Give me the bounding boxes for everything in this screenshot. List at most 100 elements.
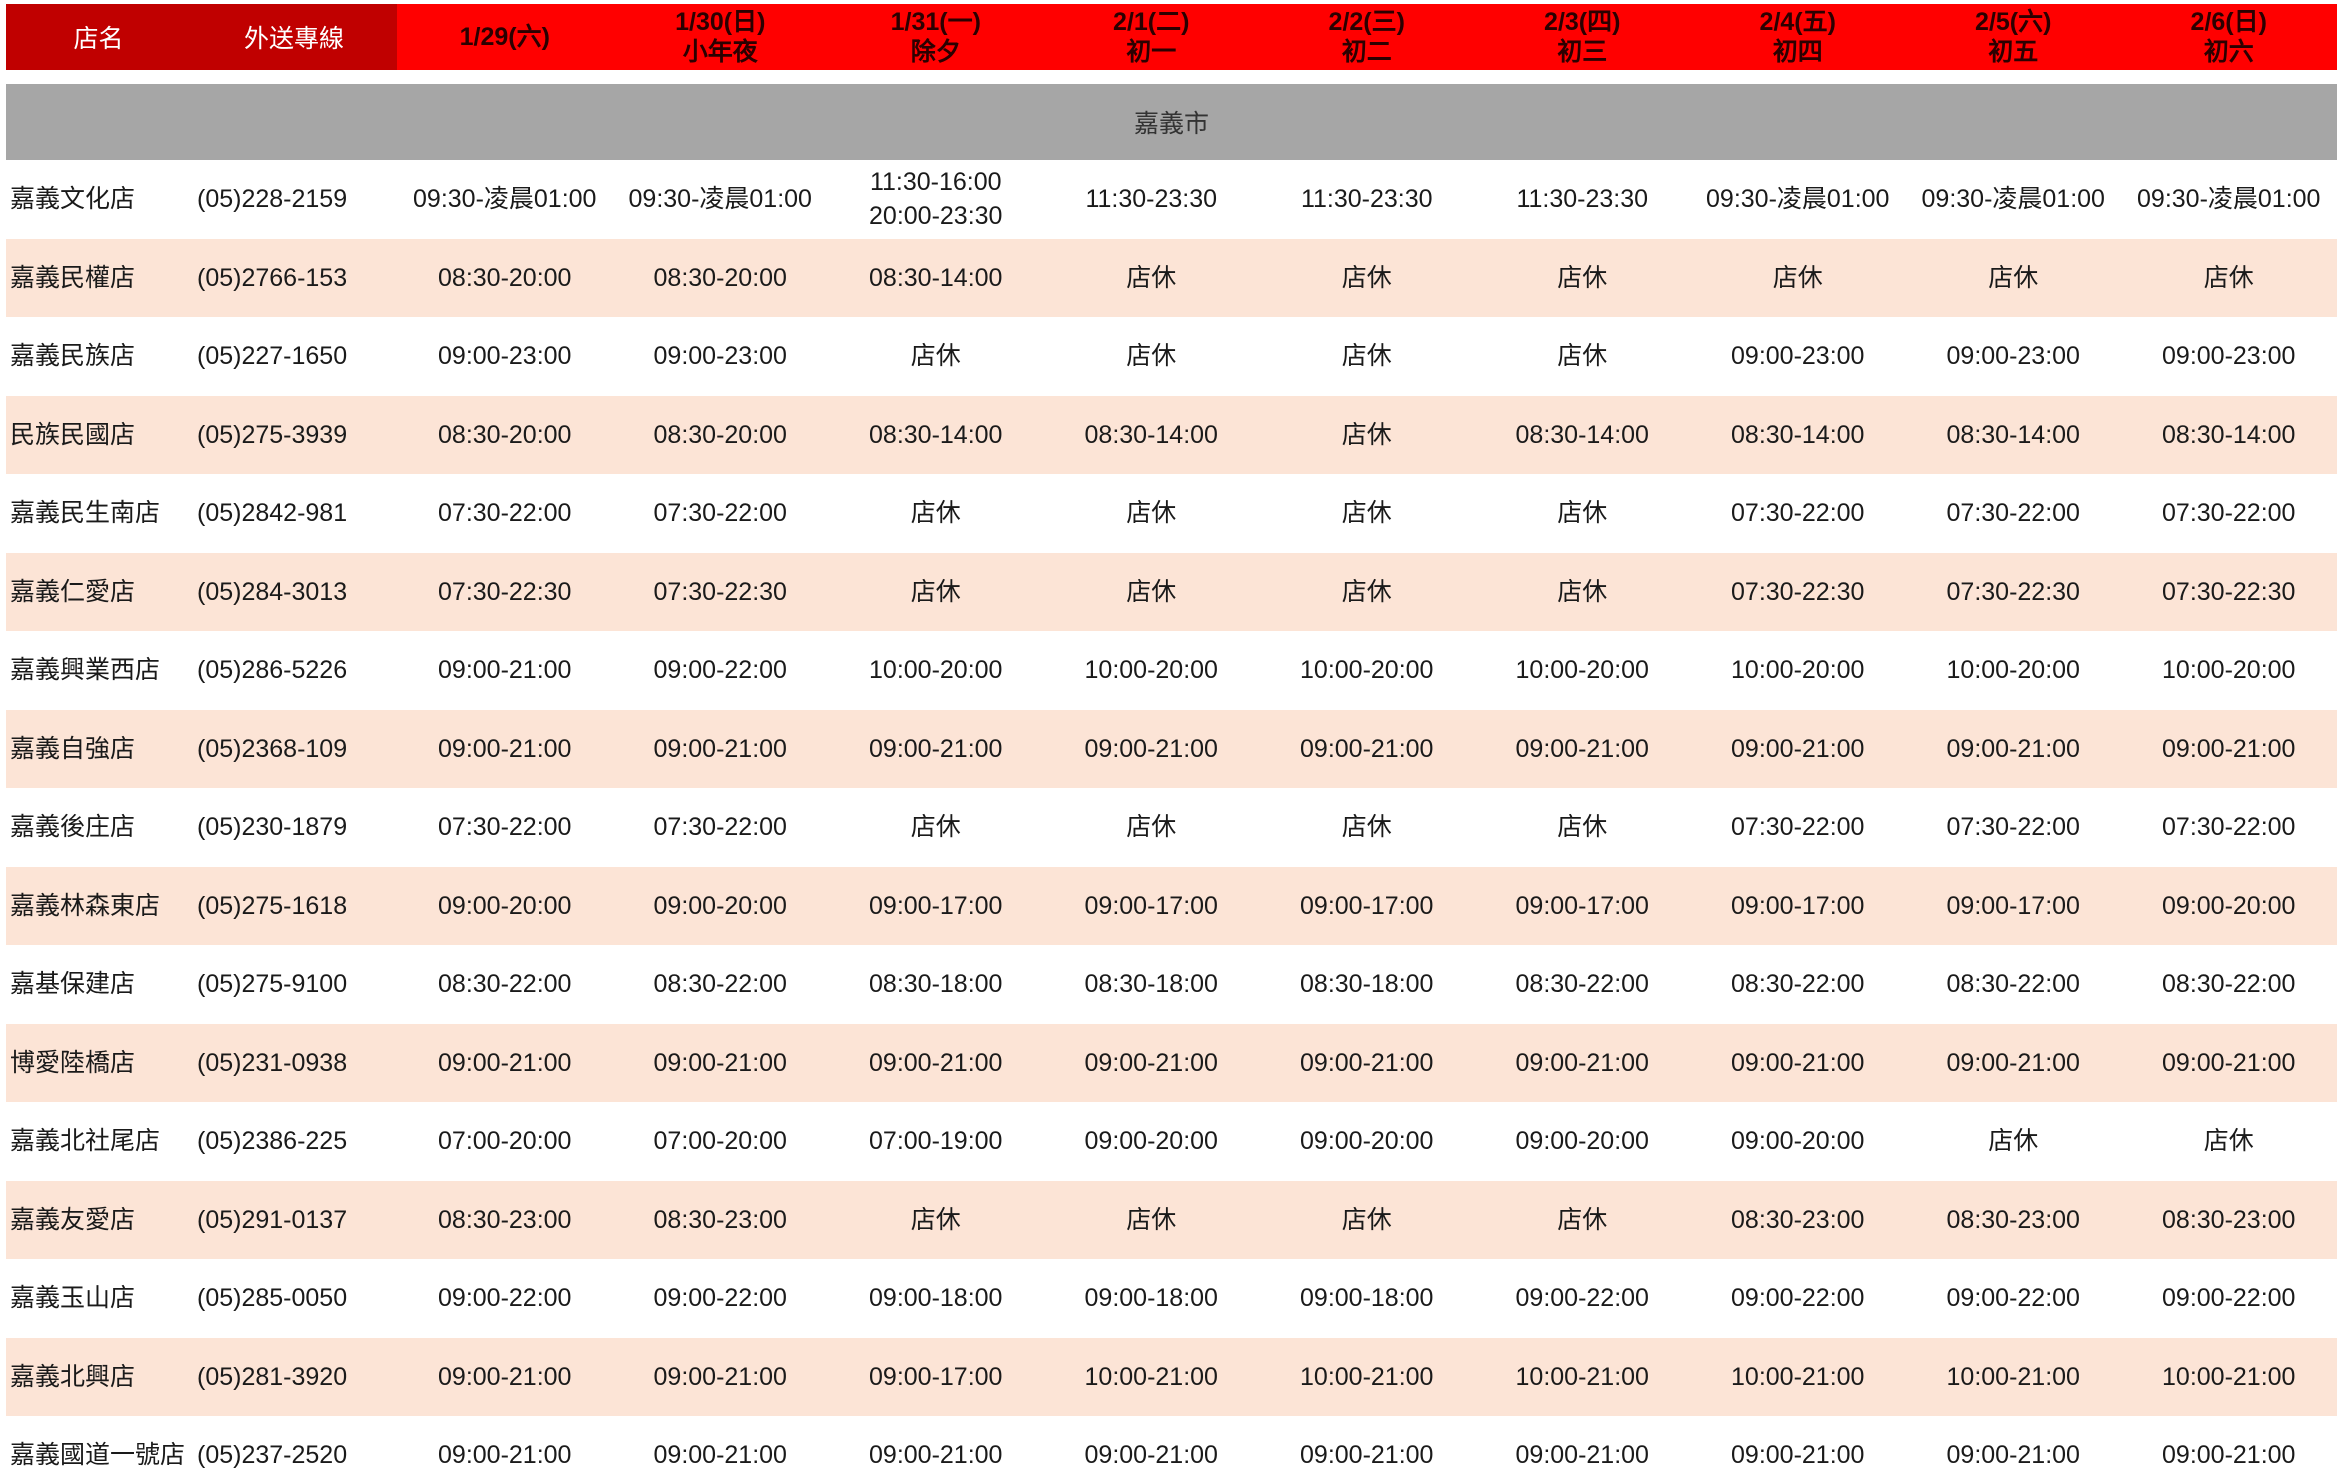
day-header: 2/3(四) 初三	[1475, 4, 1691, 70]
hours-cell: 08:30-18:00	[1084, 970, 1218, 999]
store-phone: (05)281-3920	[197, 1362, 348, 1391]
hours-cell: 店休	[1341, 420, 1392, 449]
store-hours-table-body: 嘉義文化店 (05)228-2159 09:30-凌晨01:00 09:30-凌晨01…	[6, 160, 2337, 1477]
hours-cell: 07:30-22:00	[653, 499, 787, 528]
hours-cell: 09:00-21:00	[1084, 734, 1218, 763]
hours-cell: 11:30-16:00 20:00-23:30	[869, 168, 1003, 231]
store-name: 民族民國店	[10, 420, 136, 449]
table-row: 嘉義友愛店 (05)291-0137 08:30-23:00 08:30-23:00 店…	[6, 1180, 2337, 1259]
hours-cell: 07:30-22:00	[438, 499, 572, 528]
day-note: 小年夜	[682, 38, 758, 66]
hours-cell: 店休	[910, 813, 961, 842]
day-date: 2/2(三)	[1328, 8, 1405, 36]
hours-cell: 店休	[1126, 342, 1177, 371]
hours-cell: 09:00-23:00	[653, 342, 787, 371]
hours-cell: 07:30-22:00	[438, 813, 572, 842]
day-date: 2/1(二)	[1113, 8, 1190, 36]
day-header: 2/4(五) 初四	[1690, 4, 1906, 70]
hours-cell: 店休	[1126, 813, 1177, 842]
store-phone: (05)284-3013	[197, 577, 348, 606]
day-note: 初一	[1126, 38, 1177, 66]
hours-cell: 08:30-20:00	[438, 420, 572, 449]
hours-cell: 09:00-23:00	[1731, 342, 1865, 371]
hours-cell: 09:00-21:00	[653, 1362, 787, 1391]
table-row: 嘉義北社尾店 (05)2386-225 07:00-20:00 07:00-20:00…	[6, 1102, 2337, 1181]
hours-cell: 店休	[1557, 342, 1608, 371]
hours-cell: 09:00-21:00	[2162, 734, 2296, 763]
table-row: 嘉義民族店 (05)227-1650 09:00-23:00 09:00-23:00 店…	[6, 317, 2337, 396]
hours-cell: 店休	[1126, 577, 1177, 606]
hours-cell: 07:30-22:00	[1731, 813, 1865, 842]
store-phone: (05)2766-153	[197, 263, 348, 292]
day-note: 初四	[1772, 38, 1823, 66]
hours-cell: 09:00-21:00	[1946, 1441, 2080, 1469]
hours-cell: 09:00-21:00	[1515, 1441, 1649, 1469]
hours-cell: 09:00-23:00	[2162, 342, 2296, 371]
hours-cell: 10:00-20:00	[1731, 656, 1865, 685]
hours-cell: 09:00-22:00	[653, 656, 787, 685]
store-name: 嘉基保建店	[10, 970, 136, 999]
hours-cell: 09:00-22:00	[438, 1284, 572, 1313]
table-header: 店名 外送專線 1/29(六) 1/30(日) 小年夜 1/31(一) 除夕 2…	[6, 4, 2337, 70]
hours-cell: 09:00-20:00	[1515, 1127, 1649, 1156]
hours-cell: 09:00-21:00	[653, 1048, 787, 1077]
store-phone: (05)227-1650	[197, 342, 348, 371]
hours-cell: 07:30-22:30	[2162, 577, 2296, 606]
hours-cell: 09:00-21:00	[438, 1362, 572, 1391]
hours-cell: 08:30-23:00	[653, 1205, 787, 1234]
hours-cell: 09:00-22:00	[1731, 1284, 1865, 1313]
hours-cell: 09:00-21:00	[1946, 734, 2080, 763]
hours-cell: 店休	[1341, 577, 1392, 606]
hours-cell: 09:00-22:00	[1515, 1284, 1649, 1313]
hours-cell: 08:30-22:00	[2162, 970, 2296, 999]
table-row: 嘉義興業西店 (05)286-5226 09:00-21:00 09:00-22:00…	[6, 631, 2337, 710]
hours-cell: 店休	[2203, 263, 2254, 292]
hours-cell: 店休	[1341, 1205, 1392, 1234]
hours-cell: 09:00-20:00	[653, 891, 787, 920]
section-city-label: 嘉義市	[1133, 110, 1209, 138]
hours-cell: 09:30-凌晨01:00	[413, 185, 597, 214]
hours-cell: 11:30-23:30	[1516, 185, 1649, 214]
day-note: 初三	[1557, 38, 1608, 66]
hours-cell: 店休	[1341, 499, 1392, 528]
hours-cell: 07:30-22:30	[1731, 577, 1865, 606]
store-name: 嘉義文化店	[10, 185, 136, 214]
hours-cell: 09:00-21:00	[1084, 1441, 1218, 1469]
table-row: 嘉義仁愛店 (05)284-3013 07:30-22:30 07:30-22:30 店…	[6, 552, 2337, 631]
hours-cell: 店休	[1988, 1127, 2039, 1156]
table-row: 嘉義民生南店 (05)2842-981 07:30-22:00 07:30-22:00…	[6, 474, 2337, 553]
store-name: 嘉義北興店	[10, 1362, 136, 1391]
table-row: 嘉義民權店 (05)2766-153 08:30-20:00 08:30-20:00 0…	[6, 238, 2337, 317]
hours-cell: 08:30-14:00	[869, 420, 1003, 449]
table-row: 嘉義北興店 (05)281-3920 09:00-21:00 09:00-21:00 0…	[6, 1337, 2337, 1416]
day-header: 1/31(一) 除夕	[828, 4, 1044, 70]
store-name: 嘉義玉山店	[10, 1284, 136, 1313]
hours-cell: 07:00-20:00	[438, 1127, 572, 1156]
hours-cell: 09:00-21:00	[438, 1441, 572, 1469]
table-row: 博愛陸橋店 (05)231-0938 09:00-21:00 09:00-21:00 0…	[6, 1023, 2337, 1102]
hours-cell: 店休	[1557, 813, 1608, 842]
store-name: 嘉義後庄店	[10, 813, 136, 842]
day-header: 2/1(二) 初一	[1044, 4, 1260, 70]
hours-cell: 09:00-21:00	[1300, 734, 1434, 763]
hours-cell: 09:00-21:00	[1731, 1048, 1865, 1077]
hours-cell: 10:00-20:00	[2162, 656, 2296, 685]
hours-cell: 09:00-21:00	[2162, 1048, 2296, 1077]
hours-cell: 08:30-23:00	[2162, 1205, 2296, 1234]
hours-cell: 09:00-21:00	[1084, 1048, 1218, 1077]
store-name: 嘉義林森東店	[10, 891, 161, 920]
store-phone: (05)286-5226	[197, 656, 348, 685]
store-name: 嘉義興業西店	[10, 656, 161, 685]
store-phone: (05)228-2159	[197, 185, 348, 214]
section-city-header: 嘉義市	[6, 84, 2337, 160]
hours-cell: 店休	[1557, 499, 1608, 528]
hours-cell: 09:00-21:00	[869, 734, 1003, 763]
hours-cell: 08:30-20:00	[653, 420, 787, 449]
hours-cell: 09:00-17:00	[1946, 891, 2080, 920]
store-name: 嘉義北社尾店	[10, 1127, 161, 1156]
hours-cell: 09:00-21:00	[1731, 1441, 1865, 1469]
hours-cell: 09:00-22:00	[2162, 1284, 2296, 1313]
store-phone: (05)2842-981	[197, 499, 348, 528]
hours-cell: 09:00-23:00	[1946, 342, 2080, 371]
hours-cell: 09:00-20:00	[438, 891, 572, 920]
